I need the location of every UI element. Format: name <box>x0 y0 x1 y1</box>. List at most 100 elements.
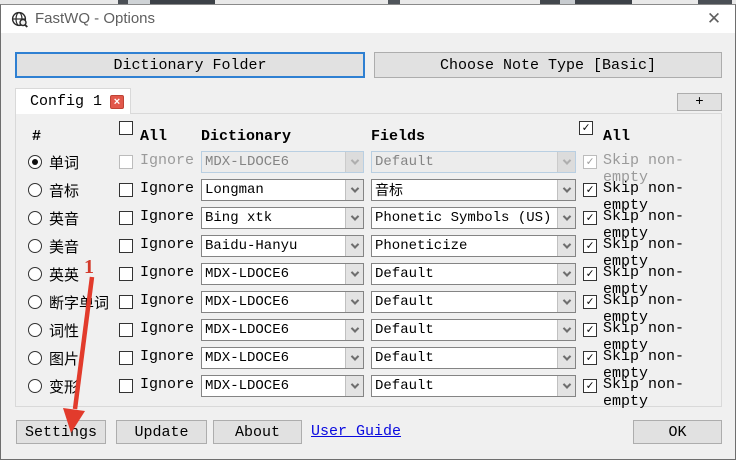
chevron-down-icon <box>557 152 575 172</box>
row-label: 变形 <box>49 380 80 397</box>
dictionary-select[interactable]: MDX-LDOCE6 <box>201 375 364 397</box>
row-label: 音标 <box>49 184 80 201</box>
dictionary-selected-value: MDX-LDOCE6 <box>205 266 290 282</box>
skip-non-empty-checkbox[interactable] <box>583 351 597 365</box>
fields-select[interactable]: Default <box>371 263 576 285</box>
dictionary-select[interactable]: MDX-LDOCE6 <box>201 319 364 341</box>
choose-note-type-button[interactable]: Choose Note Type [Basic] <box>374 52 722 78</box>
word-type-radio[interactable] <box>28 267 42 281</box>
skip-non-empty-checkbox[interactable] <box>583 239 597 253</box>
dictionary-selected-value: MDX-LDOCE6 <box>205 154 290 170</box>
chevron-down-icon <box>557 292 575 312</box>
fields-select[interactable]: Phonetic Symbols (US) <box>371 207 576 229</box>
chevron-down-icon <box>557 208 575 228</box>
field-selected-value: Phoneticize <box>375 238 468 254</box>
chevron-down-icon <box>557 264 575 284</box>
dictionary-selected-value: MDX-LDOCE6 <box>205 378 290 394</box>
word-type-radio[interactable] <box>28 155 42 169</box>
field-selected-value: Default <box>375 154 434 170</box>
ignore-checkbox[interactable] <box>119 183 133 197</box>
chevron-down-icon <box>557 348 575 368</box>
fields-select[interactable]: 音标 <box>371 179 576 201</box>
skip-non-empty-checkbox[interactable] <box>583 379 597 393</box>
settings-button[interactable]: Settings <box>16 420 106 444</box>
tab-close-icon[interactable]: × <box>110 94 125 109</box>
ignore-label: Ignore <box>140 348 195 365</box>
ignore-checkbox[interactable] <box>119 239 133 253</box>
dictionary-select[interactable]: Bing xtk <box>201 207 364 229</box>
word-type-radio[interactable] <box>28 379 42 393</box>
skip-non-empty-checkbox[interactable] <box>583 183 597 197</box>
column-header-all-right: All <box>603 128 631 145</box>
word-type-radio[interactable] <box>28 239 42 253</box>
row-label: 英英 <box>49 268 80 285</box>
about-button[interactable]: About <box>213 420 302 444</box>
table-row: 音标 Ignore Longman 音标 Skip non-empty <box>16 176 721 214</box>
user-guide-link[interactable]: User Guide <box>311 423 401 440</box>
ignore-checkbox[interactable] <box>119 379 133 393</box>
field-selected-value: Default <box>375 378 434 394</box>
fields-select[interactable]: Default <box>371 151 576 173</box>
ignore-label: Ignore <box>140 180 195 197</box>
ignore-label: Ignore <box>140 292 195 309</box>
add-tab-button[interactable]: + <box>677 93 722 111</box>
dictionary-select[interactable]: MDX-LDOCE6 <box>201 263 364 285</box>
chevron-down-icon <box>345 264 363 284</box>
fields-select[interactable]: Default <box>371 375 576 397</box>
fields-select[interactable]: Default <box>371 319 576 341</box>
row-label: 断字单词 <box>49 296 110 313</box>
dictionary-select[interactable]: Longman <box>201 179 364 201</box>
skip-non-empty-checkbox[interactable] <box>583 155 597 169</box>
chevron-down-icon <box>345 152 363 172</box>
fields-select[interactable]: Phoneticize <box>371 235 576 257</box>
ignore-label: Ignore <box>140 376 195 393</box>
dictionary-select[interactable]: Baidu-Hanyu <box>201 235 364 257</box>
column-header-fields: Fields <box>371 128 426 145</box>
all-ignore-checkbox[interactable] <box>119 121 133 135</box>
ignore-checkbox[interactable] <box>119 351 133 365</box>
dictionary-select[interactable]: MDX-LDOCE6 <box>201 151 364 173</box>
ignore-checkbox[interactable] <box>119 267 133 281</box>
chevron-down-icon <box>345 180 363 200</box>
dictionary-selected-value: Longman <box>205 182 264 198</box>
row-label: 美音 <box>49 240 80 257</box>
table-row: 词性 Ignore MDX-LDOCE6 Default Skip non-em… <box>16 316 721 354</box>
close-icon[interactable]: ✕ <box>699 5 729 33</box>
ignore-checkbox[interactable] <box>119 295 133 309</box>
word-type-radio[interactable] <box>28 183 42 197</box>
dictionary-select[interactable]: MDX-LDOCE6 <box>201 347 364 369</box>
word-type-radio[interactable] <box>28 351 42 365</box>
column-header-dictionary: Dictionary <box>201 128 292 145</box>
tab-config-1[interactable]: Config 1 × <box>15 88 131 114</box>
table-row: 英音 Ignore Bing xtk Phonetic Symbols (US)… <box>16 204 721 242</box>
chevron-down-icon <box>345 376 363 396</box>
fields-select[interactable]: Default <box>371 347 576 369</box>
field-selected-value: 音标 <box>375 184 403 200</box>
ignore-checkbox[interactable] <box>119 211 133 225</box>
skip-non-empty-checkbox[interactable] <box>583 295 597 309</box>
word-type-radio[interactable] <box>28 211 42 225</box>
chevron-down-icon <box>557 320 575 340</box>
all-skip-checkbox[interactable] <box>579 121 593 135</box>
ignore-label: Ignore <box>140 320 195 337</box>
skip-non-empty-checkbox[interactable] <box>583 323 597 337</box>
word-type-radio[interactable] <box>28 295 42 309</box>
skip-non-empty-checkbox[interactable] <box>583 267 597 281</box>
word-type-radio[interactable] <box>28 323 42 337</box>
skip-non-empty-checkbox[interactable] <box>583 211 597 225</box>
window-title: FastWQ - Options <box>35 10 156 27</box>
dictionary-select[interactable]: MDX-LDOCE6 <box>201 291 364 313</box>
config-pane: # All Dictionary Fields All 单词 Ignore MD… <box>15 113 722 410</box>
update-button[interactable]: Update <box>116 420 207 444</box>
dictionary-folder-button[interactable]: Dictionary Folder <box>15 52 365 78</box>
dictionary-selected-value: MDX-LDOCE6 <box>205 322 290 338</box>
ignore-checkbox[interactable] <box>119 323 133 337</box>
dictionary-selected-value: Baidu-Hanyu <box>205 238 298 254</box>
ignore-checkbox[interactable] <box>119 155 133 169</box>
ok-button[interactable]: OK <box>633 420 722 444</box>
row-label: 词性 <box>49 324 80 341</box>
ignore-label: Ignore <box>140 152 195 169</box>
dictionary-selected-value: Bing xtk <box>205 210 273 226</box>
ignore-label: Ignore <box>140 236 195 253</box>
fields-select[interactable]: Default <box>371 291 576 313</box>
